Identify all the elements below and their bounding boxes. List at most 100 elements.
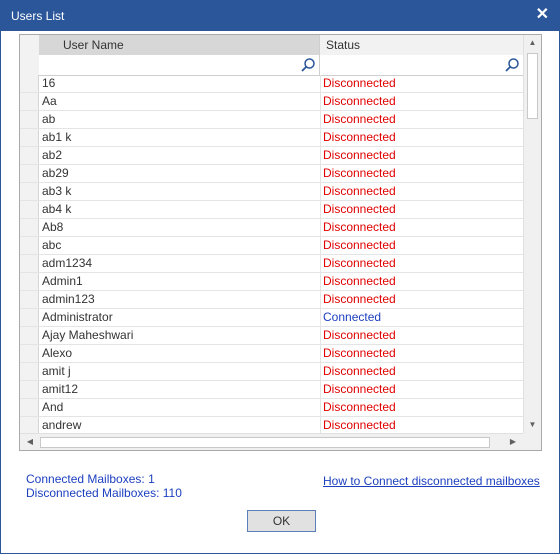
status-cell: Disconnected [320, 237, 523, 254]
row-selector[interactable] [20, 129, 39, 146]
horizontal-scroll-thumb[interactable] [40, 437, 490, 448]
user-name-cell: Aa [42, 94, 57, 108]
status-cell: Disconnected [320, 147, 523, 164]
table-row[interactable]: abc Disconnected [20, 237, 523, 255]
user-name-cell: Ab8 [42, 220, 64, 234]
user-name-cell: Ajay Maheshwari [42, 328, 134, 342]
search-icon[interactable] [504, 57, 520, 73]
user-name-filter-cell [39, 55, 320, 75]
row-selector[interactable] [20, 255, 39, 272]
column-header-user-name[interactable]: User Name [39, 35, 319, 55]
row-selector[interactable] [20, 309, 39, 326]
row-selector[interactable] [20, 183, 39, 200]
row-selector[interactable] [20, 219, 39, 236]
user-name-cell: andrew [42, 418, 82, 432]
close-icon[interactable]: ✕ [536, 5, 549, 25]
row-selector[interactable] [20, 399, 39, 416]
status-cell: Connected [320, 309, 523, 326]
grid-header: User Name Status [20, 35, 523, 55]
table-row[interactable]: Admin1 Disconnected [20, 273, 523, 291]
row-selector[interactable] [20, 417, 39, 433]
scrollbar-corner [523, 433, 541, 450]
vertical-scrollbar[interactable]: ▲ ▼ [523, 35, 541, 433]
table-row[interactable]: ab2 Disconnected [20, 147, 523, 165]
row-selector[interactable] [20, 93, 39, 110]
window-title: Users List [11, 9, 65, 23]
row-selector[interactable] [20, 165, 39, 182]
status-filter-input[interactable] [322, 56, 505, 74]
search-icon[interactable] [300, 57, 316, 73]
table-row[interactable]: Administrator Connected [20, 309, 523, 327]
status-cell: Disconnected [320, 165, 523, 182]
connected-mailboxes-count: Connected Mailboxes: 1 [26, 472, 155, 486]
user-name-cell: ab29 [42, 166, 69, 180]
table-row[interactable]: Ajay Maheshwari Disconnected [20, 327, 523, 345]
row-selector[interactable] [20, 147, 39, 164]
row-selector[interactable] [20, 363, 39, 380]
row-selector[interactable] [20, 273, 39, 290]
disconnected-mailboxes-count: Disconnected Mailboxes: 110 [26, 486, 182, 500]
vertical-scroll-thumb[interactable] [527, 53, 538, 119]
header-corner [20, 35, 39, 55]
table-row[interactable]: ab29 Disconnected [20, 165, 523, 183]
status-cell: Disconnected [320, 201, 523, 218]
status-cell: Disconnected [320, 219, 523, 236]
row-selector[interactable] [20, 237, 39, 254]
users-list-dialog: Users List ✕ User Name Status 16 Disconn… [0, 0, 560, 554]
row-selector[interactable] [20, 345, 39, 362]
table-row[interactable]: admin123 Disconnected [20, 291, 523, 309]
status-cell: Disconnected [320, 345, 523, 362]
table-row[interactable]: Aa Disconnected [20, 93, 523, 111]
status-cell: Disconnected [320, 273, 523, 290]
user-name-cell: Administrator [42, 310, 113, 324]
column-header-status[interactable]: Status [319, 35, 523, 55]
status-cell: Disconnected [320, 255, 523, 272]
row-selector[interactable] [20, 111, 39, 128]
status-cell: Disconnected [320, 327, 523, 344]
chevron-left-icon[interactable]: ◀ [22, 434, 38, 450]
status-cell: Disconnected [320, 93, 523, 110]
table-row[interactable]: amit12 Disconnected [20, 381, 523, 399]
status-cell: Disconnected [320, 75, 523, 92]
table-row[interactable]: 16 Disconnected [20, 75, 523, 93]
user-name-cell: amit j [42, 364, 71, 378]
user-name-cell: ab1 k [42, 130, 72, 144]
row-selector[interactable] [20, 291, 39, 308]
row-selector[interactable] [20, 327, 39, 344]
user-name-cell: ab4 k [42, 202, 72, 216]
row-selector[interactable] [20, 381, 39, 398]
user-name-cell: abc [42, 238, 62, 252]
row-selector[interactable] [20, 75, 39, 92]
horizontal-scrollbar[interactable]: ◀ ▶ [20, 433, 523, 450]
user-name-cell: And [42, 400, 64, 414]
table-row[interactable]: ab Disconnected [20, 111, 523, 129]
table-row[interactable]: ab1 k Disconnected [20, 129, 523, 147]
chevron-right-icon[interactable]: ▶ [505, 434, 521, 450]
status-cell: Disconnected [320, 363, 523, 380]
user-name-cell: 16 [42, 76, 56, 90]
table-row[interactable]: amit j Disconnected [20, 363, 523, 381]
table-row[interactable]: Alexo Disconnected [20, 345, 523, 363]
status-cell: Disconnected [320, 381, 523, 398]
table-row[interactable]: And Disconnected [20, 399, 523, 417]
user-name-filter-input[interactable] [41, 56, 301, 74]
chevron-down-icon[interactable]: ▼ [524, 417, 541, 433]
chevron-up-icon[interactable]: ▲ [524, 35, 541, 51]
table-row[interactable]: Ab8 Disconnected [20, 219, 523, 237]
status-cell: Disconnected [320, 417, 523, 433]
user-name-cell: ab3 k [42, 184, 72, 198]
mailbox-stats: Connected Mailboxes: 1 Disconnected Mail… [26, 472, 182, 500]
status-cell: Disconnected [320, 291, 523, 308]
table-row[interactable]: adm1234 Disconnected [20, 255, 523, 273]
table-row[interactable]: ab3 k Disconnected [20, 183, 523, 201]
user-name-cell: ab2 [42, 148, 63, 162]
status-cell: Disconnected [320, 129, 523, 146]
filter-row [20, 55, 523, 76]
user-name-cell: Admin1 [42, 274, 83, 288]
status-cell: Disconnected [320, 111, 523, 128]
table-row[interactable]: andrew Disconnected [20, 417, 523, 433]
ok-button[interactable]: OK [247, 510, 316, 532]
connect-help-link[interactable]: How to Connect disconnected mailboxes [323, 474, 540, 488]
row-selector[interactable] [20, 201, 39, 218]
table-row[interactable]: ab4 k Disconnected [20, 201, 523, 219]
